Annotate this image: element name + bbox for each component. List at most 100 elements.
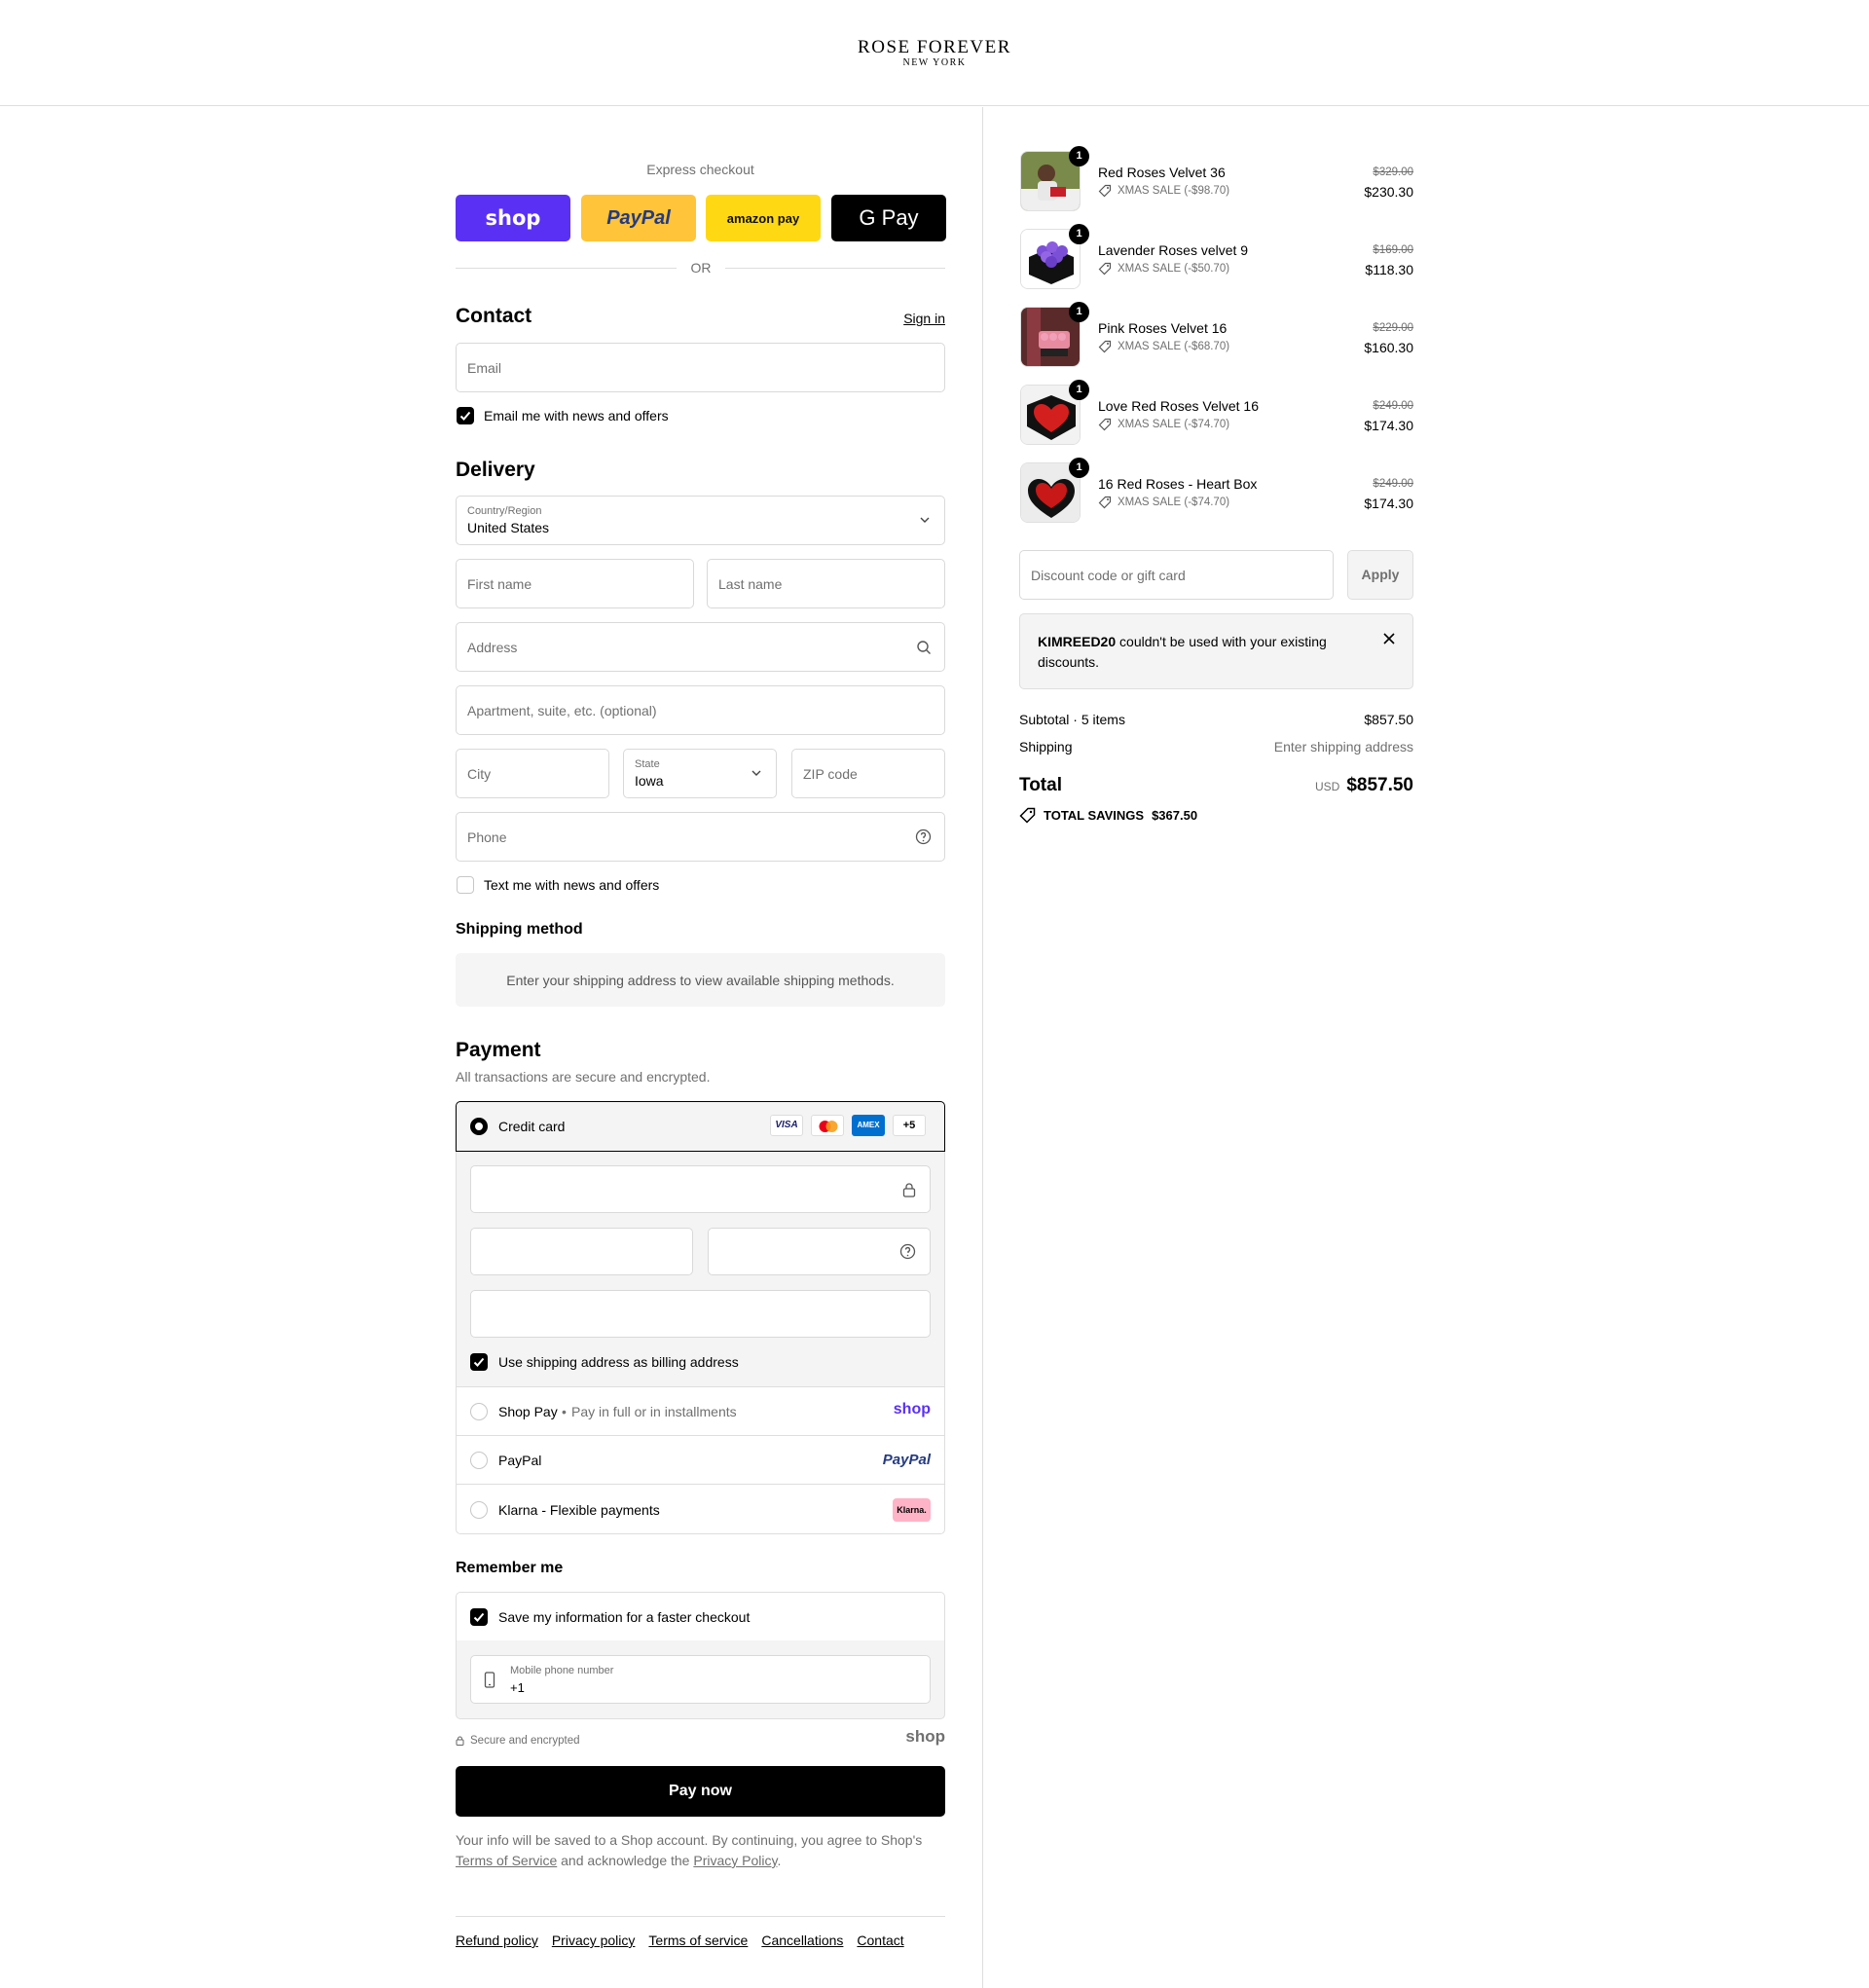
email-news-checkbox[interactable]	[457, 407, 474, 424]
total-savings-value: $367.50	[1152, 808, 1198, 823]
discount-line: XMAS SALE (-$68.70)	[1098, 340, 1229, 353]
terms-of-service-link[interactable]: Terms of Service	[456, 1853, 557, 1868]
phone-field[interactable]: Phone	[456, 812, 945, 862]
shop-pay-option[interactable]: Shop Pay • Pay in full or in installment…	[456, 1386, 945, 1436]
chevron-down-icon	[920, 517, 930, 523]
shipping-value: Enter shipping address	[1273, 739, 1413, 755]
delivery-heading: Delivery	[456, 459, 535, 481]
mobile-panel: Mobile phone number +1	[456, 1640, 945, 1719]
tag-icon	[1098, 262, 1112, 276]
phone-placeholder: Phone	[467, 829, 507, 845]
klarna-option[interactable]: Klarna - Flexible payments Klarna.	[456, 1484, 945, 1534]
paypal-label: PayPal	[498, 1453, 542, 1468]
sign-in-link[interactable]: Sign in	[903, 311, 945, 326]
billing-address-checkbox[interactable]	[470, 1353, 488, 1371]
zip-field[interactable]: ZIP code	[791, 749, 945, 798]
discount-label: XMAS SALE (-$74.70)	[1118, 497, 1230, 508]
apartment-field[interactable]: Apartment, suite, etc. (optional)	[456, 685, 945, 735]
store-subtitle: NEW YORK	[902, 57, 967, 68]
discount-label: XMAS SALE (-$68.70)	[1118, 341, 1230, 352]
privacy-policy-footer-link[interactable]: Privacy policy	[552, 1933, 636, 1948]
shop-pay-radio[interactable]	[470, 1403, 488, 1420]
billing-address-label: Use shipping address as billing address	[498, 1354, 739, 1370]
currency-label: USD	[1314, 780, 1340, 793]
state-select[interactable]: State Iowa	[623, 749, 777, 798]
country-select[interactable]: Country/Region United States	[456, 496, 945, 545]
refund-policy-link[interactable]: Refund policy	[456, 1933, 538, 1948]
product-name: Lavender Roses velvet 9	[1098, 242, 1249, 258]
legal-line: Your info will be saved to a Shop accoun…	[456, 1832, 923, 1848]
save-info-option[interactable]: Save my information for a faster checkou…	[456, 1592, 945, 1641]
store-logo[interactable]: ROSE FOREVER NEW YORK	[0, 37, 1869, 68]
product-name: Pink Roses Velvet 16	[1098, 320, 1228, 336]
original-price: $329.00	[1373, 166, 1413, 178]
security-code-field[interactable]	[708, 1228, 931, 1275]
mobile-phone-value: +1	[510, 1680, 525, 1695]
shipping-label: Shipping	[1019, 739, 1073, 755]
last-name-placeholder: Last name	[718, 576, 783, 592]
city-field[interactable]: City	[456, 749, 609, 798]
more-cards-badge: +5	[893, 1115, 926, 1136]
total-amount: USD $857.50	[1315, 775, 1413, 796]
email-field[interactable]: Email	[456, 343, 945, 392]
close-icon[interactable]	[1383, 633, 1395, 644]
legal-end: .	[777, 1853, 782, 1868]
credit-card-option[interactable]: Credit card VISA AMEX +5	[456, 1101, 945, 1152]
save-info-checkbox[interactable]	[470, 1608, 488, 1626]
shop-pay-button[interactable]: shop	[456, 195, 570, 241]
address-field[interactable]: Address	[456, 622, 945, 672]
first-name-field[interactable]: First name	[456, 559, 694, 608]
terms-of-service-footer-link[interactable]: Terms of service	[648, 1933, 748, 1948]
last-name-field[interactable]: Last name	[707, 559, 945, 608]
paypal-button[interactable]: PayPal	[581, 195, 696, 241]
country-label: Country/Region	[467, 505, 542, 517]
subtotal-label: Subtotal · 5 items	[1019, 712, 1125, 727]
help-icon[interactable]	[899, 1243, 916, 1260]
discount-error-banner: KIMREED20 couldn't be used with your exi…	[1019, 613, 1413, 689]
google-pay-button[interactable]: G Pay	[831, 195, 946, 241]
privacy-policy-link[interactable]: Privacy Policy	[693, 1853, 777, 1868]
state-value: Iowa	[635, 773, 664, 789]
card-number-field[interactable]	[470, 1165, 931, 1213]
discount-code-field[interactable]: Discount code or gift card	[1019, 550, 1334, 600]
state-label: State	[635, 758, 660, 770]
total-savings: TOTAL SAVINGS $367.50	[1019, 807, 1197, 824]
bullet-separator: •	[562, 1404, 567, 1419]
shop-pay-logo: shop	[893, 1401, 931, 1417]
expiration-field[interactable]	[470, 1228, 693, 1275]
footer-links: Refund policy Privacy policy Terms of se…	[456, 1933, 904, 1948]
discount-placeholder: Discount code or gift card	[1031, 568, 1186, 583]
mobile-phone-field[interactable]: Mobile phone number +1	[470, 1655, 931, 1704]
email-placeholder: Email	[467, 360, 502, 376]
amazon-pay-button[interactable]: amazon pay	[706, 195, 821, 241]
search-icon	[917, 641, 931, 654]
klarna-logo: Klarna.	[893, 1498, 931, 1522]
or-divider-label: OR	[690, 260, 712, 276]
quantity-badge: 1	[1069, 146, 1089, 166]
apply-button[interactable]: Apply	[1347, 550, 1413, 600]
contact-heading: Contact	[456, 305, 532, 327]
klarna-label: Klarna - Flexible payments	[498, 1502, 660, 1518]
product-name: Love Red Roses Velvet 16	[1098, 398, 1259, 414]
text-news-checkbox[interactable]	[457, 876, 474, 894]
paypal-radio[interactable]	[470, 1452, 488, 1469]
cancellations-link[interactable]: Cancellations	[761, 1933, 843, 1948]
pay-now-button[interactable]: Pay now	[456, 1766, 945, 1817]
name-on-card-field[interactable]	[470, 1290, 931, 1338]
paypal-option[interactable]: PayPal PayPal	[456, 1435, 945, 1485]
order-summary-panel	[982, 107, 1869, 1988]
help-icon[interactable]	[915, 828, 932, 845]
google-pay-logo: G Pay	[859, 205, 919, 230]
email-news-label: Email me with news and offers	[484, 408, 669, 423]
amex-icon: AMEX	[852, 1115, 885, 1136]
chevron-down-icon	[751, 770, 761, 776]
credit-card-radio[interactable]	[470, 1118, 488, 1135]
total-label: Total	[1019, 775, 1062, 795]
sale-price: $174.30	[1364, 496, 1413, 511]
address-placeholder: Address	[467, 640, 518, 655]
header: ROSE FOREVER NEW YORK	[0, 0, 1869, 106]
shop-logo: shop	[485, 206, 541, 230]
contact-link[interactable]: Contact	[857, 1933, 903, 1948]
text-news-label: Text me with news and offers	[484, 877, 660, 893]
klarna-radio[interactable]	[470, 1501, 488, 1519]
